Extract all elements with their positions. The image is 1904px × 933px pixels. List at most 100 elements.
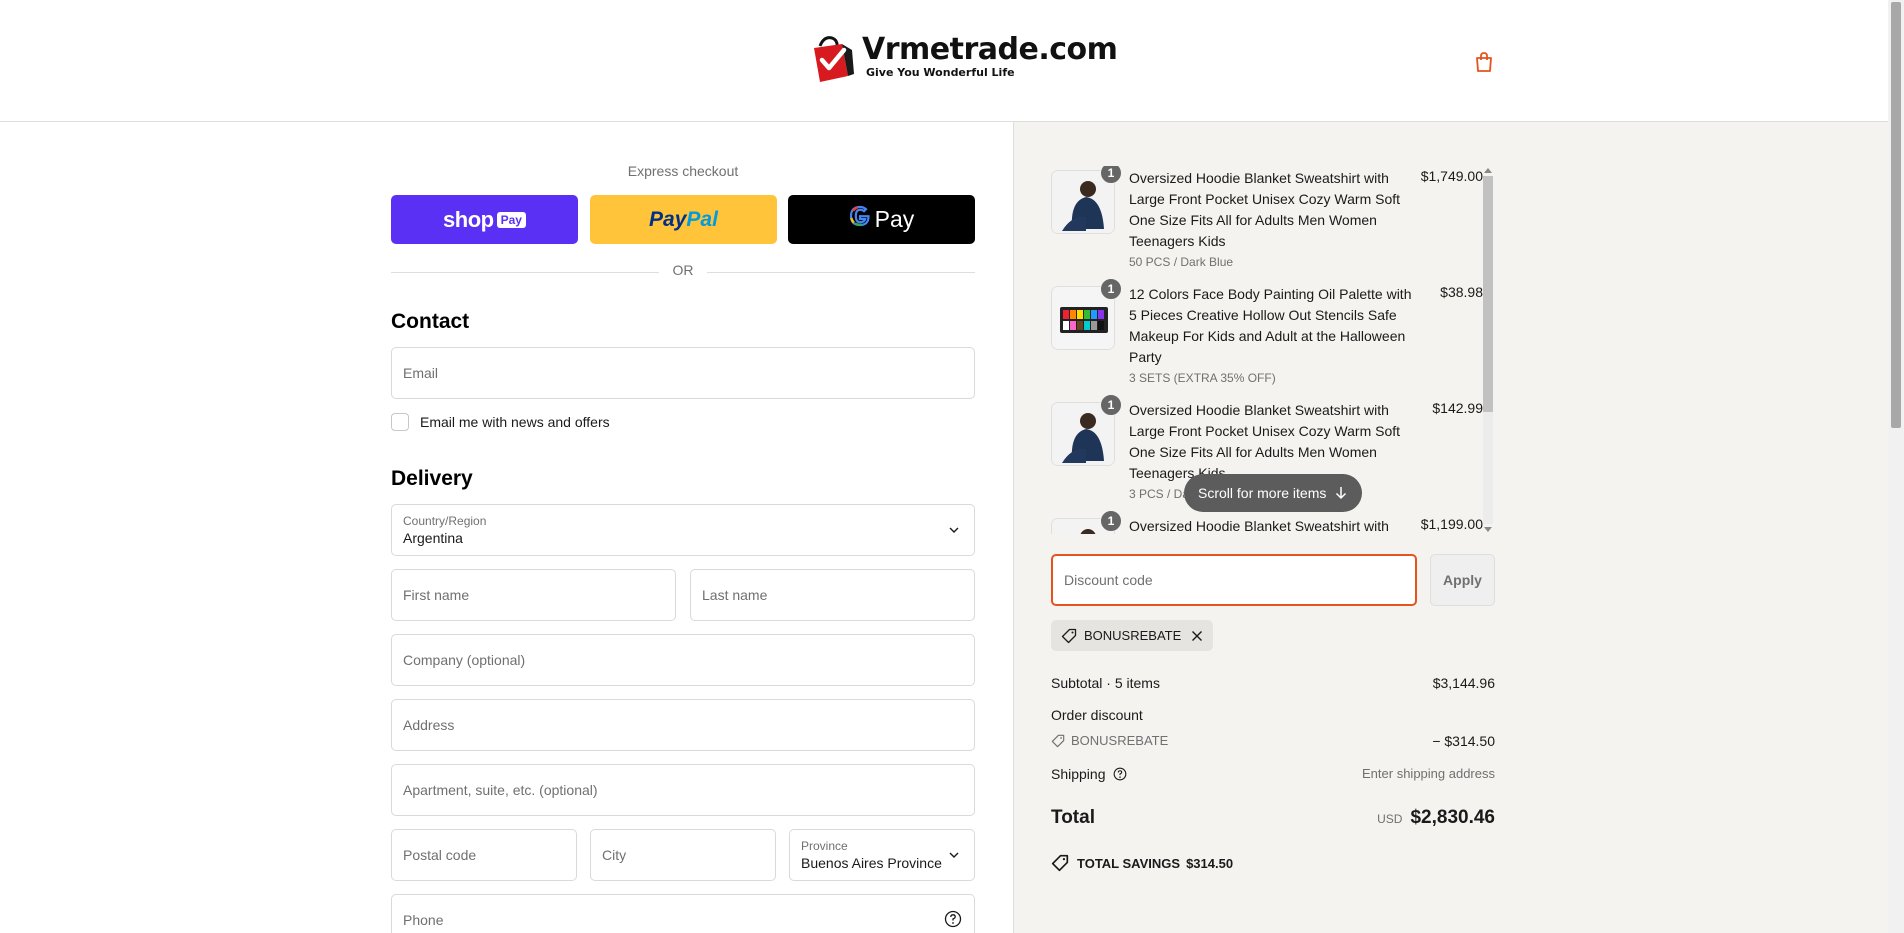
shop-pay-badge: Pay xyxy=(496,211,526,228)
province-label: Province xyxy=(801,839,848,853)
product-variant: 50 PCS / Dark Blue xyxy=(1129,255,1234,269)
province-select[interactable]: Province Buenos Aires Province xyxy=(789,829,975,881)
last-name-placeholder: Last name xyxy=(702,587,768,603)
first-name-placeholder: First name xyxy=(403,587,470,603)
site-header: Vrmetrade.com Give You Wonderful Life xyxy=(0,0,1888,122)
quantity-badge: 1 xyxy=(1100,394,1122,416)
paypal-wordmark-pay: Pay xyxy=(649,207,687,231)
discount-value: − $314.50 xyxy=(1432,733,1495,749)
arrow-down-icon xyxy=(1336,487,1347,500)
product-title: Oversized Hoodie Blanket Sweatshirt with… xyxy=(1129,170,1401,249)
cart-bag-icon[interactable] xyxy=(1472,50,1496,74)
phone-placeholder: Phone xyxy=(403,912,444,928)
address-field[interactable]: Address xyxy=(391,699,975,751)
postal-code-field[interactable]: Postal code xyxy=(391,829,577,881)
apply-discount-button[interactable]: Apply xyxy=(1430,554,1495,606)
country-label: Country/Region xyxy=(403,514,487,528)
page-scrollbar[interactable] xyxy=(1888,0,1904,933)
brand-tagline: Give You Wonderful Life xyxy=(866,65,1015,79)
google-g-icon xyxy=(849,205,871,234)
discount-code-label: BONUSREBATE xyxy=(1071,733,1169,748)
phone-field[interactable]: Phone xyxy=(391,894,975,933)
quantity-badge: 1 xyxy=(1100,278,1122,300)
product-title: Oversized Hoodie Blanket Sweatshirt with xyxy=(1129,518,1389,534)
google-pay-button[interactable]: Pay xyxy=(788,195,975,244)
shipping-value: Enter shipping address xyxy=(1362,766,1495,781)
newsletter-label[interactable]: Email me with news and offers xyxy=(420,414,610,430)
address-placeholder: Address xyxy=(403,717,455,733)
country-select[interactable]: Country/Region Argentina xyxy=(391,504,975,556)
express-checkout-label: Express checkout xyxy=(627,163,739,179)
newsletter-row: Email me with news and offers xyxy=(391,413,610,431)
quantity-badge: 1 xyxy=(1100,166,1122,184)
scroll-for-more-label: Scroll for more items xyxy=(1198,485,1327,501)
scroll-up-arrow-icon[interactable] xyxy=(1484,168,1492,173)
help-circle-icon[interactable] xyxy=(944,910,962,928)
product-variant: 3 SETS (EXTRA 35% OFF) xyxy=(1129,371,1276,385)
subtotal-value: $3,144.96 xyxy=(1432,675,1495,691)
order-discount-label: Order discount xyxy=(1051,707,1143,723)
contact-heading: Contact xyxy=(391,310,470,333)
subtotal-label: Subtotal · 5 items xyxy=(1051,675,1160,691)
total-value: $2,830.46 xyxy=(1410,807,1495,828)
delivery-heading: Delivery xyxy=(391,467,473,490)
help-circle-icon[interactable] xyxy=(1113,767,1127,781)
email-field[interactable]: Email xyxy=(391,347,975,399)
scroll-down-arrow-icon[interactable] xyxy=(1484,527,1492,532)
total-row: Total USD $2,830.46 xyxy=(1051,807,1495,835)
company-placeholder: Company (optional) xyxy=(403,652,526,668)
product-price: $142.99 xyxy=(1432,400,1483,416)
applied-discount-code: BONUSREBATE xyxy=(1084,628,1182,643)
apartment-placeholder: Apartment, suite, etc. (optional) xyxy=(403,782,598,798)
order-discount-row: Order discount xyxy=(1051,707,1495,723)
apartment-field[interactable]: Apartment, suite, etc. (optional) xyxy=(391,764,975,816)
company-field[interactable]: Company (optional) xyxy=(391,634,975,686)
brand-name: Vrmetrade.com xyxy=(862,32,1118,67)
total-label: Total xyxy=(1051,807,1095,828)
last-name-field[interactable]: Last name xyxy=(690,569,975,621)
product-title: 12 Colors Face Body Painting Oil Palette… xyxy=(1129,286,1412,365)
discount-code-placeholder: Discount code xyxy=(1064,572,1153,588)
total-savings-value: $314.50 xyxy=(1186,855,1234,871)
brand-logo[interactable]: Vrmetrade.com Give You Wonderful Life xyxy=(810,32,1118,84)
city-field[interactable]: City xyxy=(590,829,776,881)
first-name-field[interactable]: First name xyxy=(391,569,676,621)
shop-pay-button[interactable]: shop Pay xyxy=(391,195,578,244)
chevron-down-icon xyxy=(949,852,959,858)
subtotal-row: Subtotal · 5 items $3,144.96 xyxy=(1051,675,1495,691)
line-items-scrollbar-thumb[interactable] xyxy=(1483,176,1493,412)
province-value: Buenos Aires Province xyxy=(801,855,942,871)
page-scrollbar-thumb[interactable] xyxy=(1891,2,1901,428)
country-value: Argentina xyxy=(403,530,463,546)
total-savings: TOTAL SAVINGS $314.50 xyxy=(1051,854,1233,872)
product-price: $1,749.00 xyxy=(1420,168,1483,184)
product-title: Oversized Hoodie Blanket Sweatshirt with… xyxy=(1129,402,1401,481)
remove-discount-close-icon[interactable] xyxy=(1191,630,1203,642)
city-placeholder: City xyxy=(602,847,627,863)
paypal-wordmark-pal: Pal xyxy=(686,207,718,231)
email-placeholder: Email xyxy=(403,365,439,381)
tag-icon xyxy=(1051,854,1069,872)
discount-code-input[interactable]: Discount code xyxy=(1051,554,1417,606)
google-pay-label: Pay xyxy=(874,206,915,232)
postal-code-placeholder: Postal code xyxy=(403,847,477,863)
tag-icon xyxy=(1051,734,1065,747)
paypal-button[interactable]: Pay Pal xyxy=(590,195,777,244)
or-divider: OR xyxy=(391,262,975,282)
scroll-for-more-button[interactable]: Scroll for more items xyxy=(1184,474,1363,512)
line-items-scrollbar[interactable] xyxy=(1481,166,1495,534)
shipping-row: Shipping Enter shipping address xyxy=(1051,766,1495,782)
currency-code: USD xyxy=(1377,812,1403,826)
product-price: $38.98 xyxy=(1440,284,1483,300)
applied-discount-tag: BONUSREBATE xyxy=(1051,620,1214,651)
shop-pay-wordmark: shop xyxy=(443,206,494,232)
discount-code-row: BONUSREBATE − $314.50 xyxy=(1051,733,1495,751)
or-text: OR xyxy=(672,262,694,278)
shopping-bag-logo-icon xyxy=(810,34,856,84)
quantity-badge: 1 xyxy=(1100,510,1122,532)
tag-icon xyxy=(1061,628,1077,643)
product-price: $1,199.00 xyxy=(1420,516,1483,532)
chevron-down-icon xyxy=(949,527,959,533)
newsletter-checkbox[interactable] xyxy=(391,413,409,431)
total-savings-label: TOTAL SAVINGS xyxy=(1077,855,1181,871)
